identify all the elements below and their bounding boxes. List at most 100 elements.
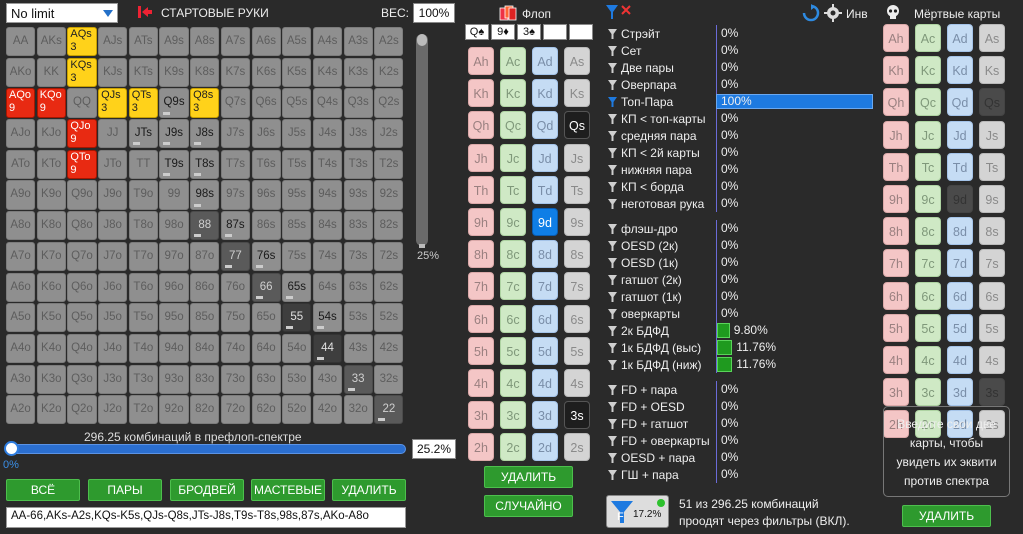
filter-icon[interactable] bbox=[608, 130, 617, 141]
vertical-slider-handle[interactable] bbox=[417, 34, 427, 46]
hand-cell[interactable]: 75s bbox=[282, 241, 312, 271]
hand-cell[interactable]: QJs 3 bbox=[98, 88, 128, 118]
hand-cell[interactable]: 74o bbox=[220, 333, 250, 364]
card-button[interactable]: Js bbox=[979, 120, 1005, 149]
hand-cell[interactable]: J3s bbox=[343, 119, 373, 149]
stat-row[interactable]: Две пары bbox=[608, 59, 674, 76]
hand-cell[interactable]: 84s bbox=[312, 211, 343, 241]
card-button[interactable]: 2c bbox=[500, 433, 526, 462]
filter-icon[interactable] bbox=[608, 308, 617, 319]
card-button[interactable]: 6h bbox=[883, 281, 909, 310]
card-button[interactable]: 9h bbox=[468, 208, 494, 236]
card-button[interactable]: Qc bbox=[915, 88, 941, 117]
hand-cell[interactable]: K9s bbox=[159, 57, 189, 87]
hand-cell[interactable]: 33 bbox=[343, 364, 373, 394]
card-button[interactable]: 6s bbox=[564, 304, 590, 333]
card-button[interactable]: 8d bbox=[532, 240, 558, 269]
filter-icon[interactable] bbox=[608, 147, 617, 158]
card-button[interactable]: 8c bbox=[500, 240, 526, 269]
pairs-button[interactable]: ПАРЫ bbox=[88, 479, 162, 501]
hand-cell[interactable]: T7o bbox=[128, 241, 158, 271]
hand-cell[interactable]: 65s bbox=[282, 272, 312, 302]
filter-icon[interactable] bbox=[608, 418, 617, 429]
card-button[interactable]: 3d bbox=[532, 401, 558, 430]
hand-cell[interactable]: 93o bbox=[159, 364, 189, 394]
hand-cell[interactable]: J6o bbox=[98, 272, 128, 302]
hand-cell[interactable]: ATs bbox=[128, 27, 158, 57]
hand-cell[interactable]: J4o bbox=[98, 333, 128, 364]
hand-cell[interactable]: 54o bbox=[282, 333, 312, 364]
hand-cell[interactable]: J2o bbox=[98, 395, 128, 425]
card-button[interactable]: 7d bbox=[947, 249, 973, 278]
hand-cell[interactable]: Q2o bbox=[67, 395, 97, 425]
hand-cell[interactable]: A2s bbox=[374, 27, 404, 57]
hand-cell[interactable]: A5o bbox=[6, 303, 36, 333]
hand-cell[interactable]: 98s bbox=[190, 180, 220, 210]
stat-row[interactable]: FD + OESD bbox=[608, 398, 685, 415]
hand-cell[interactable]: 72s bbox=[374, 241, 404, 271]
select-all-button[interactable]: ВСЁ bbox=[6, 479, 80, 501]
stat-row[interactable]: КП < 2й карты bbox=[608, 144, 700, 161]
card-button[interactable]: Jh bbox=[468, 143, 494, 172]
stat-row[interactable]: гатшот (1к) bbox=[608, 288, 682, 305]
stat-row[interactable]: средняя пара bbox=[608, 127, 697, 144]
hand-cell[interactable]: AA bbox=[6, 27, 36, 57]
filter-icon[interactable] bbox=[608, 164, 617, 175]
stat-row[interactable]: FD + пара bbox=[608, 381, 677, 398]
card-button[interactable]: Ks bbox=[564, 79, 590, 108]
card-button[interactable]: 9s bbox=[979, 185, 1005, 213]
delete-dead-button[interactable]: УДАЛИТЬ bbox=[902, 505, 991, 527]
hand-cell[interactable]: K9o bbox=[36, 180, 66, 210]
hand-cell[interactable]: JJ bbox=[98, 119, 128, 149]
card-button[interactable]: 7h bbox=[883, 249, 909, 278]
card-button[interactable]: 7d bbox=[532, 272, 558, 301]
hand-cell[interactable]: 55 bbox=[282, 303, 312, 333]
card-button[interactable]: Ah bbox=[883, 24, 909, 52]
filter-icon[interactable] bbox=[608, 435, 617, 446]
card-button[interactable]: Ac bbox=[915, 24, 941, 52]
hand-cell[interactable]: J7s bbox=[220, 119, 250, 149]
hand-cell[interactable]: 72o bbox=[220, 395, 250, 425]
hand-cell[interactable]: A3o bbox=[6, 364, 36, 394]
card-button[interactable]: As bbox=[979, 24, 1005, 52]
board-card-slot[interactable]: 9♦ bbox=[491, 24, 515, 40]
hand-cell[interactable]: 64s bbox=[312, 272, 343, 302]
hand-cell[interactable]: TT bbox=[128, 149, 158, 179]
stat-row[interactable]: FD + оверкарты bbox=[608, 432, 710, 449]
hand-cell[interactable]: Q7s bbox=[220, 88, 250, 118]
hand-cell[interactable]: KTs bbox=[128, 57, 158, 87]
hand-cell[interactable]: 84o bbox=[190, 333, 220, 364]
hand-cell[interactable]: T4o bbox=[128, 333, 158, 364]
hand-cell[interactable]: T8s bbox=[190, 149, 220, 179]
card-button[interactable]: Ts bbox=[564, 175, 590, 204]
hand-cell[interactable]: 85o bbox=[190, 303, 220, 333]
stat-row[interactable]: гатшот (2к) bbox=[608, 271, 682, 288]
card-button[interactable]: 3c bbox=[915, 378, 941, 407]
card-button[interactable]: 4c bbox=[915, 346, 941, 374]
card-button[interactable]: 4s bbox=[979, 346, 1005, 374]
card-button[interactable]: Qc bbox=[500, 111, 526, 140]
stat-row[interactable]: 1к БДФД (ниж) bbox=[608, 356, 702, 373]
hand-cell[interactable]: KQs 3 bbox=[67, 57, 97, 87]
card-button[interactable]: Jc bbox=[500, 143, 526, 172]
delete-board-button[interactable]: УДАЛИТЬ bbox=[484, 466, 573, 488]
card-button[interactable]: Ac bbox=[500, 47, 526, 75]
filter-icon[interactable] bbox=[608, 452, 617, 463]
filter-icon[interactable] bbox=[608, 113, 617, 124]
filter-icon[interactable] bbox=[608, 401, 617, 412]
card-button[interactable]: 7c bbox=[500, 272, 526, 301]
board-card-slot[interactable] bbox=[543, 24, 567, 40]
filter-icon[interactable] bbox=[608, 384, 617, 395]
card-button[interactable]: Kh bbox=[883, 56, 909, 85]
gear-icon[interactable] bbox=[824, 4, 842, 22]
card-button[interactable]: Kc bbox=[915, 56, 941, 85]
card-button[interactable]: As bbox=[564, 47, 590, 75]
hand-cell[interactable]: QTs 3 bbox=[128, 88, 158, 118]
hand-cell[interactable]: A9o bbox=[6, 180, 36, 210]
card-button[interactable]: 8c bbox=[915, 217, 941, 246]
card-button[interactable]: Tc bbox=[915, 152, 941, 181]
hand-cell[interactable]: JTs bbox=[128, 119, 158, 149]
hand-cell[interactable]: 92o bbox=[159, 395, 189, 425]
hand-cell[interactable]: Q5s bbox=[282, 88, 312, 118]
hand-cell[interactable]: 73o bbox=[220, 364, 250, 394]
